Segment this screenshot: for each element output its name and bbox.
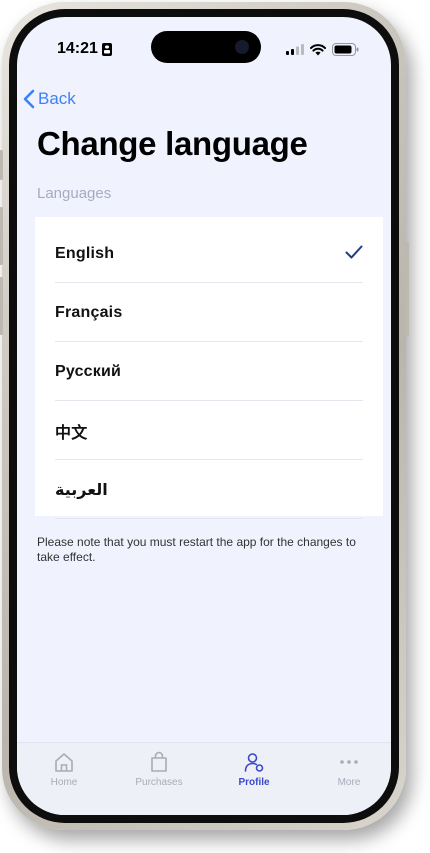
page-title: Change language (37, 125, 308, 162)
language-list: English Français Русский 中文 العربية (35, 217, 383, 519)
phone-bezel: 14:21 Back Change language Languages Eng… (9, 9, 399, 823)
divider (55, 459, 363, 460)
camera-icon (235, 40, 249, 54)
language-label: العربية (55, 482, 108, 499)
section-label: Languages (37, 185, 112, 202)
focus-badge-icon (101, 42, 112, 56)
tab-profile[interactable]: Profile (209, 751, 299, 788)
tab-label: Purchases (135, 777, 183, 788)
screen: 14:21 Back Change language Languages Eng… (17, 17, 391, 815)
language-item-arabic[interactable]: العربية (55, 461, 363, 519)
battery-icon (332, 43, 359, 56)
tab-label: More (337, 777, 361, 788)
divider (55, 341, 363, 342)
tab-label: Profile (238, 777, 270, 788)
bag-icon (151, 751, 167, 772)
language-label: Русский (55, 363, 122, 380)
power-button (405, 242, 409, 337)
volume-up-button (0, 207, 3, 265)
back-button[interactable]: Back (23, 89, 76, 109)
status-bar: 14:21 (17, 17, 391, 77)
tab-home[interactable]: Home (19, 751, 109, 788)
home-icon (55, 753, 73, 772)
divider (55, 282, 363, 283)
status-time: 14:21 (57, 40, 112, 58)
tab-bar: Home Purchases Profile More (17, 742, 391, 815)
status-icons (286, 43, 359, 56)
language-item-french[interactable]: Français (55, 284, 363, 342)
cellular-signal-icon (286, 44, 304, 55)
volume-down-button (0, 277, 3, 335)
phone-frame: 14:21 Back Change language Languages Eng… (0, 2, 409, 830)
more-icon (340, 760, 358, 764)
divider (55, 518, 363, 519)
tab-purchases[interactable]: Purchases (114, 751, 204, 788)
language-label: 中文 (55, 425, 88, 442)
divider (55, 400, 363, 401)
tab-label: Home (50, 777, 78, 788)
chevron-left-icon (23, 89, 35, 109)
restart-note: Please note that you must restart the ap… (37, 535, 356, 564)
checkmark-icon (345, 245, 363, 259)
language-item-english[interactable]: English (55, 225, 363, 283)
dynamic-island (151, 31, 261, 63)
profile-icon (244, 753, 264, 772)
language-label: English (55, 245, 115, 262)
language-item-chinese[interactable]: 中文 (55, 402, 363, 460)
language-label: Français (55, 304, 123, 321)
language-item-russian[interactable]: Русский (55, 343, 363, 401)
action-button (0, 150, 3, 180)
wifi-icon (310, 43, 326, 55)
back-label: Back (38, 89, 76, 108)
tab-more[interactable]: More (304, 751, 391, 788)
